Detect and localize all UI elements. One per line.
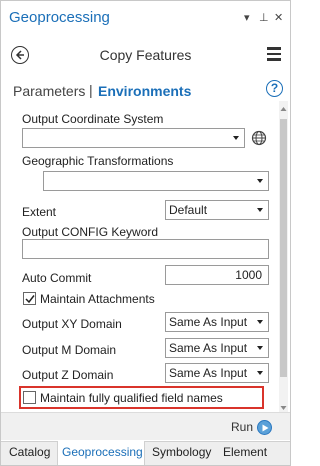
pane-title: Geoprocessing [9, 9, 110, 26]
pane-title-bar: Geoprocessing ▾ ⊥ ✕ [1, 1, 290, 35]
chevron-down-icon [257, 371, 263, 375]
output-coordinate-system-label: Output Coordinate System [22, 112, 164, 126]
tab-catalog[interactable]: Catalog [9, 445, 50, 459]
scrollbar-thumb[interactable] [280, 119, 287, 377]
geographic-transformations-select[interactable] [43, 171, 269, 191]
chevron-down-icon [257, 320, 263, 324]
tab-symbology[interactable]: Symbology [152, 445, 211, 459]
output-z-domain-select[interactable]: Same As Input [165, 363, 269, 383]
checkmark-icon [25, 295, 35, 304]
chevron-down-icon [233, 136, 239, 140]
scroll-down-icon[interactable] [280, 404, 287, 412]
tab-parameters[interactable]: Parameters [13, 83, 85, 99]
run-button[interactable]: Run [217, 417, 277, 437]
chevron-down-icon [257, 179, 263, 183]
help-icon[interactable]: ? [266, 80, 283, 97]
auto-commit-input[interactable]: 1000 [165, 265, 269, 285]
tab-geoprocessing[interactable]: Geoprocessing [62, 445, 143, 459]
hamburger-menu-icon[interactable] [267, 47, 281, 61]
geographic-transformations-label: Geographic Transformations [22, 154, 174, 168]
run-label: Run [231, 420, 254, 434]
pin-icon[interactable]: ⊥ [259, 11, 269, 24]
scroll-up-icon[interactable] [280, 105, 287, 113]
tool-title: Copy Features [99, 47, 192, 63]
chevron-down-icon [257, 208, 263, 212]
maintain-fully-qualified-field-names-checkbox[interactable] [23, 391, 36, 404]
output-coordinate-system-select[interactable] [22, 128, 245, 148]
tab-environments[interactable]: Environments [98, 83, 191, 99]
tab-element[interactable]: Element [223, 445, 267, 459]
output-m-domain-select[interactable]: Same As Input [165, 338, 269, 358]
geoprocessing-pane: Geoprocessing ▾ ⊥ ✕ Copy Features Parame… [0, 0, 291, 466]
maintain-fully-qualified-field-names-label: Maintain fully qualified field names [40, 391, 223, 405]
output-xy-domain-label: Output XY Domain [22, 317, 122, 331]
maintain-attachments-checkbox[interactable] [23, 292, 36, 305]
output-config-keyword-input[interactable] [22, 239, 269, 259]
play-icon [257, 420, 272, 435]
output-m-domain-label: Output M Domain [22, 343, 117, 357]
extent-label: Extent [22, 205, 57, 219]
output-z-domain-label: Output Z Domain [22, 368, 114, 382]
auto-commit-label: Auto Commit [22, 271, 92, 285]
maintain-attachments-label: Maintain Attachments [40, 292, 155, 306]
output-config-keyword-label: Output CONFIG Keyword [22, 225, 159, 239]
globe-icon[interactable] [251, 130, 267, 146]
extent-select[interactable]: Default [165, 200, 269, 220]
pane-options-dropdown-icon[interactable]: ▾ [244, 11, 250, 24]
output-xy-domain-select[interactable]: Same As Input [165, 312, 269, 332]
tab-separator: | [89, 82, 93, 98]
chevron-down-icon [257, 346, 263, 350]
close-icon[interactable]: ✕ [274, 11, 283, 24]
